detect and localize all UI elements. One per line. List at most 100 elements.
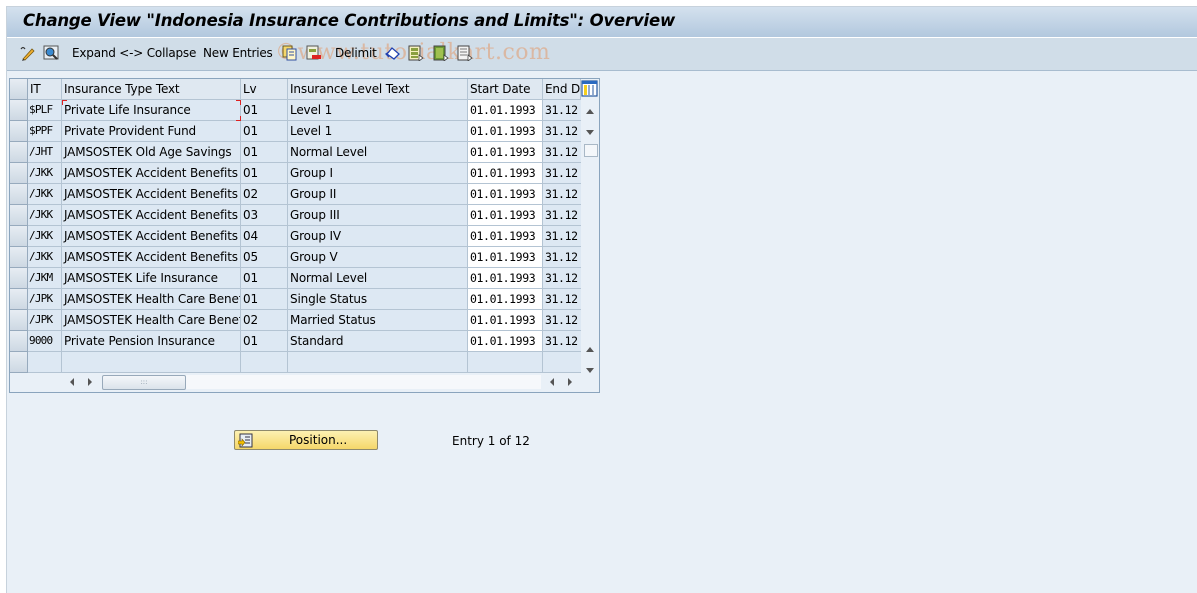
undo-arrow-icon (384, 45, 401, 61)
column-header-start[interactable]: Start Date (468, 79, 543, 100)
column-header-level_text[interactable]: Insurance Level Text (288, 79, 468, 100)
position-icon (238, 433, 253, 448)
scroll-left-end-button[interactable] (546, 376, 558, 388)
scroll-up-button[interactable] (581, 101, 599, 121)
column-header-end[interactable]: End D (543, 79, 581, 100)
scroll-right-end-button[interactable] (564, 376, 576, 388)
new-entries-button[interactable]: New Entries (203, 44, 273, 62)
cell-it: $PLF (28, 100, 62, 121)
cell-start[interactable]: 01.01.1993 (468, 310, 543, 331)
delete-button[interactable] (306, 44, 322, 62)
row-selector[interactable] (10, 205, 28, 226)
scroll-down-button[interactable] (581, 122, 599, 142)
horizontal-scroll-thumb[interactable]: ::: (102, 375, 186, 390)
copy-as-button[interactable] (282, 44, 298, 62)
row-selector[interactable] (10, 142, 28, 163)
position-button[interactable]: Position... (234, 430, 378, 450)
row-selector[interactable] (10, 226, 28, 247)
deselect-all-button[interactable] (457, 44, 473, 62)
cell-type-text: Private Pension Insurance (62, 331, 241, 352)
cell-level-text: Group III (288, 205, 468, 226)
cell-type-text: JAMSOSTEK Accident Benefits (62, 184, 241, 205)
cell-level-text (288, 352, 468, 373)
cell-start[interactable] (468, 352, 543, 373)
cell-start[interactable]: 01.01.1993 (468, 247, 543, 268)
scroll-right-button[interactable] (84, 376, 96, 388)
cell-start[interactable]: 01.01.1993 (468, 100, 543, 121)
table-row: $PPF Private Provident Fund 01 Level 1 01.01… (10, 121, 581, 142)
cell-level-text: Group V (288, 247, 468, 268)
cell-lv: 01 (241, 163, 288, 184)
undo-change-button[interactable] (384, 44, 401, 62)
table-row: /JKM JAMSOSTEK Life Insurance 01 Normal Lev… (10, 268, 581, 289)
row-selector[interactable] (10, 352, 28, 373)
arrow-down-icon (586, 129, 594, 135)
cell-start[interactable]: 01.01.1993 (468, 121, 543, 142)
cell-end: 31.12 (543, 268, 581, 289)
cell-type-text: Private Life Insurance (62, 100, 241, 121)
select-block-button[interactable] (433, 44, 449, 62)
cell-type-text: JAMSOSTEK Accident Benefits (62, 226, 241, 247)
row-selector[interactable] (10, 163, 28, 184)
delimit-label: Delimit (335, 46, 377, 60)
display-change-button[interactable] (19, 44, 35, 62)
cell-type-text: JAMSOSTEK Life Insurance (62, 268, 241, 289)
arrow-up-icon (586, 346, 594, 352)
select-block-icon (433, 45, 449, 62)
row-selector[interactable] (10, 184, 28, 205)
cell-start[interactable]: 01.01.1993 (468, 289, 543, 310)
cell-lv: 01 (241, 121, 288, 142)
table-settings-button[interactable] (581, 80, 598, 98)
column-header-it[interactable]: IT (28, 79, 62, 100)
deselect-all-icon (457, 45, 473, 62)
horizontal-scrollbar[interactable]: ::: (10, 374, 581, 390)
cell-it: /JKK (28, 184, 62, 205)
cell-start[interactable]: 01.01.1993 (468, 331, 543, 352)
page-down-button[interactable] (581, 360, 599, 380)
cell-lv: 03 (241, 205, 288, 226)
cell-end: 31.12 (543, 289, 581, 310)
magnifier-screen-icon (43, 45, 59, 61)
cell-type-text: JAMSOSTEK Accident Benefits (62, 163, 241, 184)
delimit-button[interactable]: Delimit (335, 44, 377, 62)
cell-it (28, 352, 62, 373)
row-selector[interactable] (10, 310, 28, 331)
cell-it: $PPF (28, 121, 62, 142)
table-row: 9000 Private Pension Insurance 01 Standard 0… (10, 331, 581, 352)
column-header-type_text[interactable]: Insurance Type Text (62, 79, 241, 100)
vertical-scroll-thumb[interactable] (584, 144, 598, 157)
row-selector[interactable] (10, 268, 28, 289)
cell-lv: 01 (241, 142, 288, 163)
page-up-button[interactable] (581, 339, 599, 359)
cell-lv: 01 (241, 100, 288, 121)
cell-start[interactable]: 01.01.1993 (468, 163, 543, 184)
row-selector[interactable] (10, 247, 28, 268)
cell-type-text: JAMSOSTEK Health Care Benefi… (62, 310, 241, 331)
cell-start[interactable]: 01.01.1993 (468, 205, 543, 226)
row-selector[interactable] (10, 289, 28, 310)
table-row: /JPK JAMSOSTEK Health Care Benefi… 02 Marri… (10, 310, 581, 331)
copy-icon (282, 45, 298, 61)
select-all-corner[interactable] (10, 79, 28, 100)
row-selector[interactable] (10, 121, 28, 142)
other-view-button[interactable] (43, 44, 59, 62)
application-toolbar: ©www.tutorialkart.com Expand <-> Colla (7, 38, 1197, 71)
cell-it: /JKK (28, 247, 62, 268)
cell-lv: 02 (241, 184, 288, 205)
column-header-lv[interactable]: Lv (241, 79, 288, 100)
table-row (10, 352, 581, 373)
cell-type-text: JAMSOSTEK Accident Benefits (62, 247, 241, 268)
scroll-left-button[interactable] (66, 376, 78, 388)
cell-it: /JPK (28, 310, 62, 331)
row-selector[interactable] (10, 100, 28, 121)
select-all-button[interactable] (408, 44, 424, 62)
row-selector[interactable] (10, 331, 28, 352)
cell-level-text: Married Status (288, 310, 468, 331)
cell-start[interactable]: 01.01.1993 (468, 268, 543, 289)
cell-it: /JKK (28, 163, 62, 184)
cell-level-text: Standard (288, 331, 468, 352)
expand-collapse-button[interactable]: Expand <-> Collapse (72, 44, 196, 62)
cell-start[interactable]: 01.01.1993 (468, 184, 543, 205)
cell-start[interactable]: 01.01.1993 (468, 142, 543, 163)
cell-start[interactable]: 01.01.1993 (468, 226, 543, 247)
